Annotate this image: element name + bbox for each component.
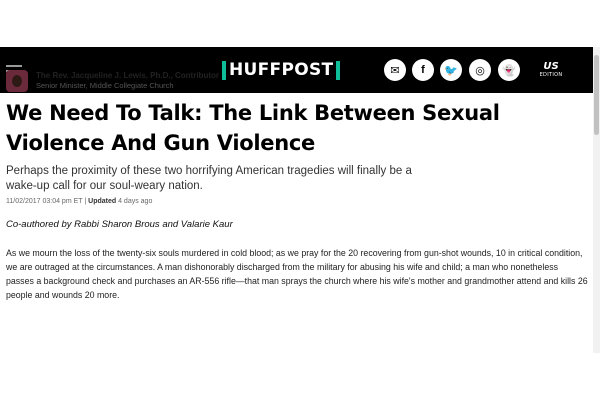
coauthors-line: Co-authored by Rabbi Sharon Brous and Va… [6, 219, 233, 230]
edition-selector[interactable]: US EDITION [536, 61, 566, 78]
huffpost-logo[interactable]: HUFFPOST [222, 60, 341, 80]
edition-main: US [543, 61, 559, 72]
article-body: As we mourn the loss of the twenty-six s… [6, 248, 588, 300]
updated-value: 4 days ago [118, 198, 153, 205]
instagram-icon[interactable]: ◎ [469, 59, 491, 81]
edition-sub: EDITION [539, 72, 563, 78]
scrollbar-thumb[interactable] [594, 55, 599, 135]
article-subhead: Perhaps the proximity of these two horri… [6, 165, 412, 192]
logo-text: HUFFPOST [229, 60, 334, 80]
author-block: The Rev. Jacqueline J. Lewis, Ph.D., Con… [6, 70, 219, 92]
updated-label: Updated [88, 198, 117, 205]
scrollbar[interactable] [593, 47, 600, 353]
author-title: Senior Minister, Middle Collegiate Churc… [36, 81, 174, 90]
snapchat-icon[interactable]: 👻 [498, 59, 520, 81]
article-dateline: 11/02/2017 03:04 pm ET | Updated 4 days … [6, 198, 153, 205]
author-avatar[interactable] [6, 70, 28, 92]
published-date: 11/02/2017 03:04 pm ET [6, 198, 83, 205]
twitter-icon[interactable]: 🐦 [440, 59, 462, 81]
author-name[interactable]: The Rev. Jacqueline J. Lewis, Ph.D., Con… [36, 71, 219, 81]
logo-bar-right [336, 61, 341, 80]
email-icon[interactable]: ✉ [384, 59, 406, 81]
article-headline: We Need To Talk: The Link Between Sexual… [6, 101, 500, 155]
facebook-icon[interactable]: f [412, 59, 434, 81]
